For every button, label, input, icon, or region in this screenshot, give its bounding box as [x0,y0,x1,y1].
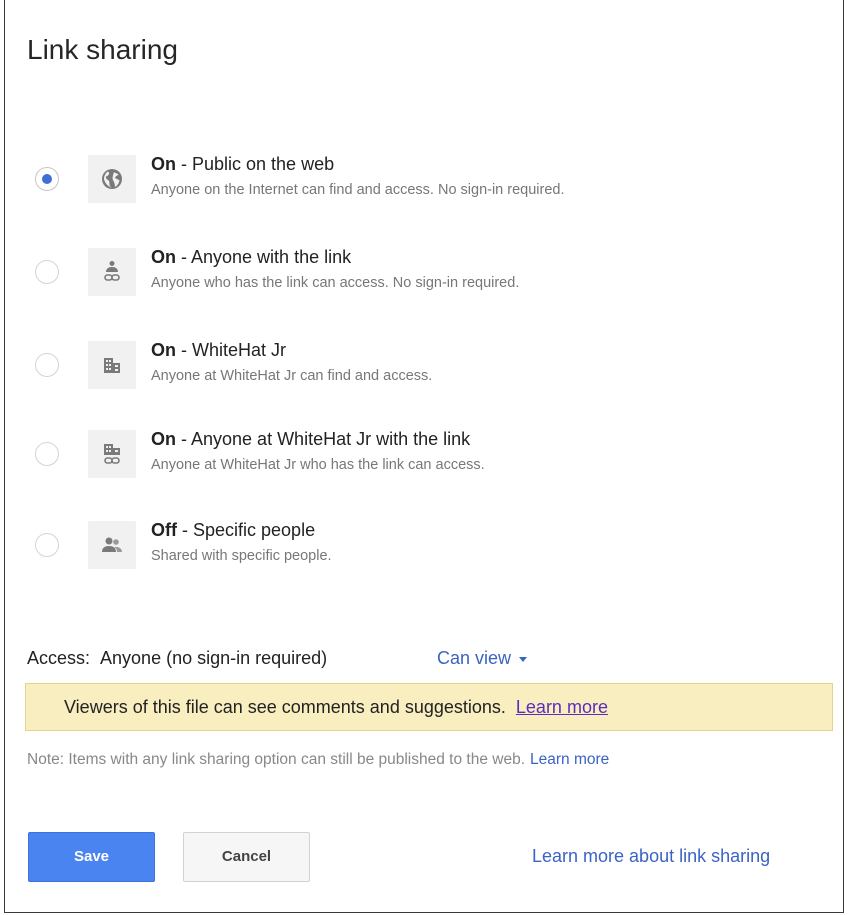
radio-whitehat-jr-with-link[interactable] [35,442,59,466]
globe-icon [88,155,136,203]
banner-learn-more-link[interactable]: Learn more [516,697,608,717]
building-link-icon-svg [104,444,120,464]
building-link-icon [88,430,136,478]
option-description: Anyone on the Internet can find and acce… [151,182,565,198]
option-description: Anyone at WhiteHat Jr who has the link c… [151,457,485,473]
option-label: - Specific people [177,520,316,540]
person-link-icon [88,248,136,296]
option-heading: On - Anyone at WhiteHat Jr with the link [151,428,485,450]
banner-text: Viewers of this file can see comments an… [64,697,506,717]
permission-dropdown[interactable]: Can view [437,648,528,669]
note-learn-more-link[interactable]: Learn more [530,751,609,768]
access-value: Anyone (no sign-in required) [100,648,328,668]
option-label: - Public on the web [176,154,335,174]
option-label: - Anyone at WhiteHat Jr with the link [176,429,471,449]
option-label: - Anyone with the link [176,247,352,267]
comments-info-banner: Viewers of this file can see comments an… [25,683,833,731]
option-heading: Off - Specific people [151,519,332,541]
people-icon [88,521,136,569]
dialog-title: Link sharing [27,34,178,65]
radio-whitehat-jr[interactable] [35,353,59,377]
option-state: On [151,429,176,449]
radio-selected-dot [42,174,52,184]
save-button[interactable]: Save [28,832,155,882]
option-heading: On - Anyone with the link [151,246,519,268]
radio-specific-people[interactable] [35,533,59,557]
note-text: Note: Items with any link sharing option… [27,751,525,768]
people-icon-svg [102,537,122,552]
building-icon [88,341,136,389]
option-state: On [151,154,176,174]
option-heading: On - WhiteHat Jr [151,339,432,361]
building-icon-svg [104,358,120,373]
option-whitehat-jr-with-link[interactable]: On - Anyone at WhiteHat Jr with the link… [5,428,825,498]
option-public-on-web[interactable]: On - Public on the web Anyone on the Int… [5,153,825,223]
option-state: On [151,247,176,267]
option-heading: On - Public on the web [151,153,565,175]
option-description: Anyone at WhiteHat Jr can find and acces… [151,368,433,384]
option-description: Anyone who has the link can access. No s… [151,275,520,291]
option-state: On [151,340,176,360]
cancel-button[interactable]: Cancel [183,832,310,882]
option-whitehat-jr[interactable]: On - WhiteHat Jr Anyone at WhiteHat Jr c… [5,339,825,409]
learn-more-link-sharing[interactable]: Learn more about link sharing [532,846,770,867]
banner-text-wrap: Viewers of this file can see comments an… [64,697,608,718]
link-sharing-dialog: Link sharing On - Public on the web Anyo… [4,0,844,913]
person-link-icon-svg [104,261,120,281]
globe-icon-svg [102,169,122,189]
radio-anyone-with-link[interactable] [35,260,59,284]
publish-note: Note: Items with any link sharing option… [27,751,609,769]
option-specific-people[interactable]: Off - Specific people Shared with specif… [5,519,825,589]
option-label: - WhiteHat Jr [176,340,287,360]
caret-down-icon [519,656,528,662]
radio-public-on-web[interactable] [35,167,59,191]
option-description: Shared with specific people. [151,548,332,564]
option-anyone-with-link[interactable]: On - Anyone with the link Anyone who has… [5,246,825,316]
permission-dropdown-label: Can view [437,648,512,668]
option-state: Off [151,520,177,540]
access-label: Access: [27,648,91,668]
access-row: Access: Anyone (no sign-in required) [27,648,327,669]
